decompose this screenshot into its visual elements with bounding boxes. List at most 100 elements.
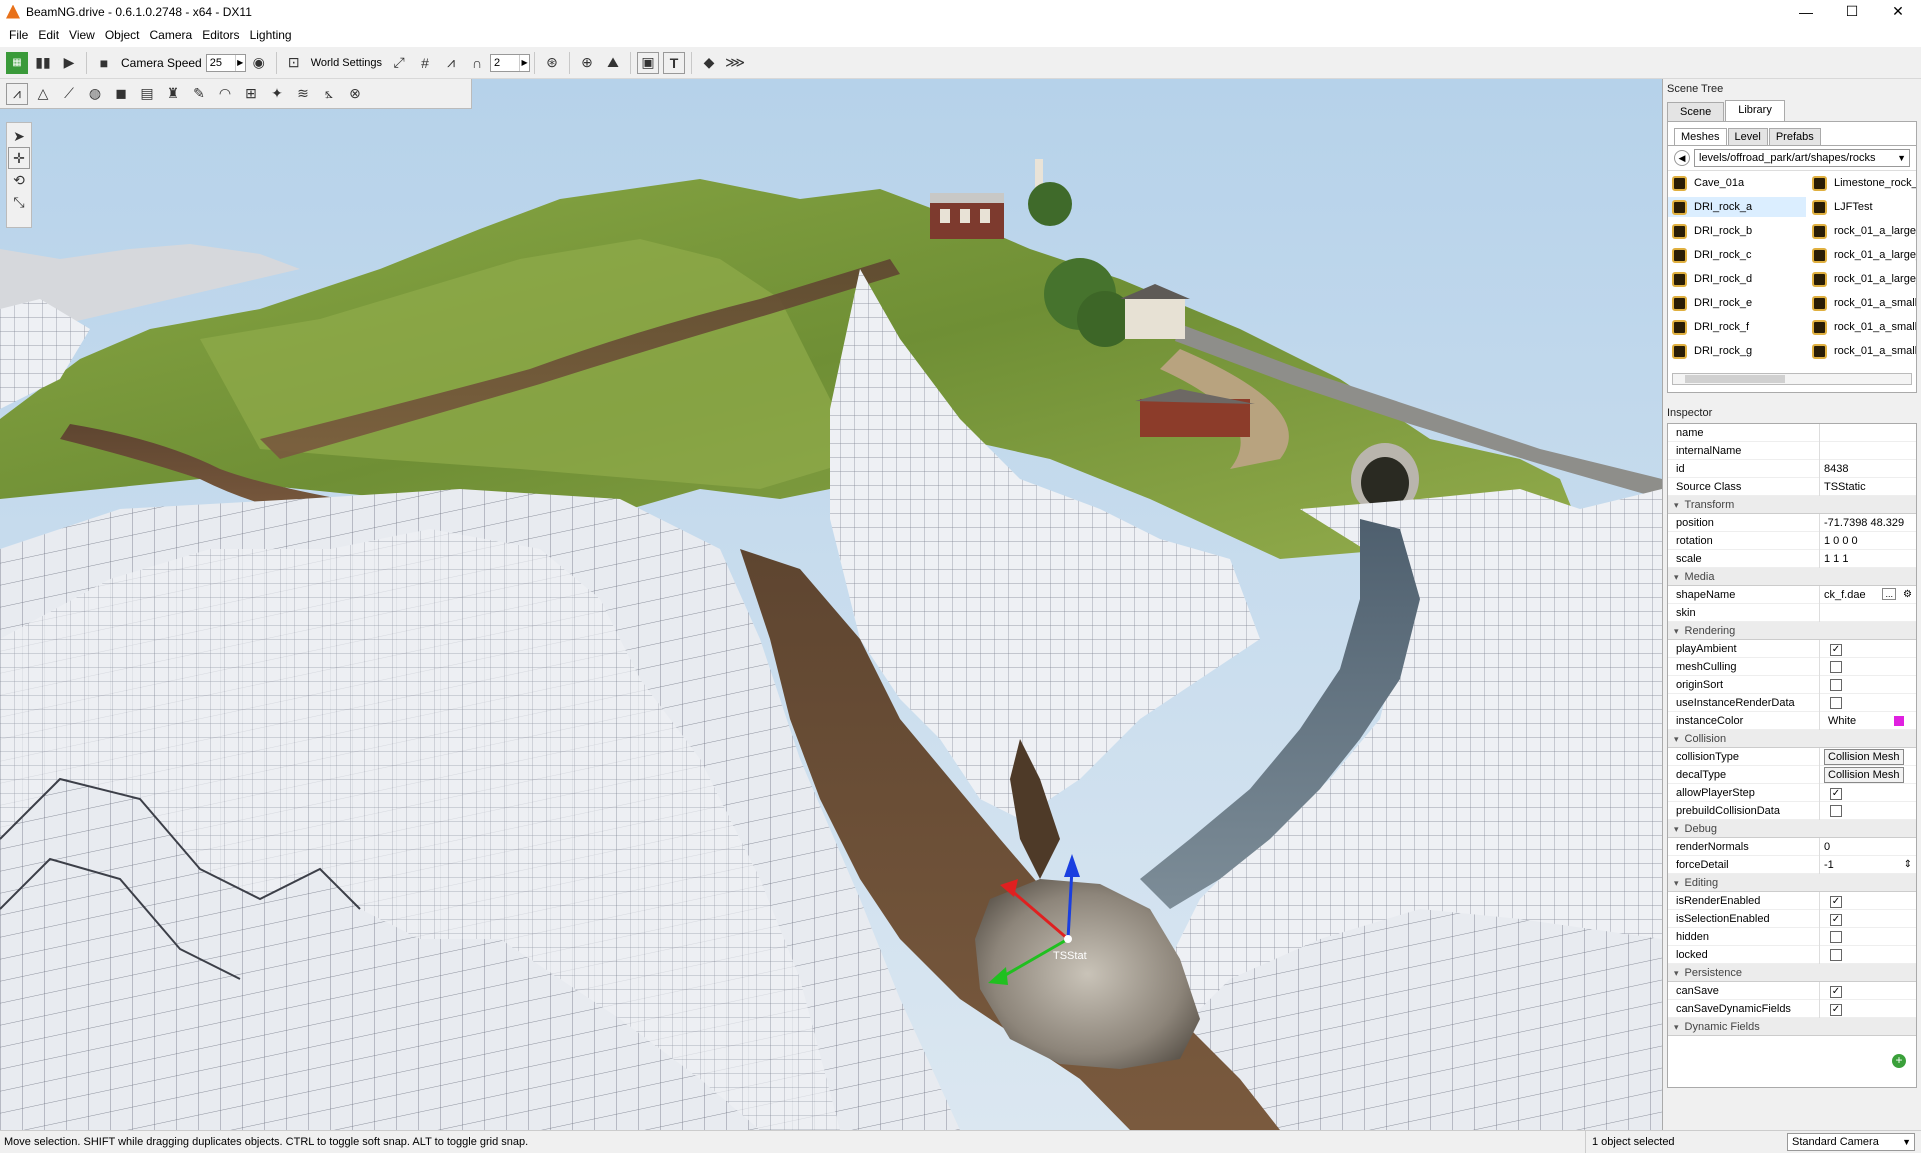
decal-editor-icon[interactable]: ✎ [188,83,210,105]
3d-viewport[interactable]: TSStat [0,79,1662,1130]
camera-mode-dropdown[interactable]: Standard Camera ▼ [1787,1133,1915,1151]
rendernormals-field[interactable]: 0 [1820,838,1916,856]
forcedetail-field[interactable]: -1 ⇕ [1820,856,1916,874]
menu-edit[interactable]: Edit [33,23,64,47]
particle-editor-icon[interactable]: ♜ [162,83,184,105]
meshculling-checkbox[interactable] [1830,660,1842,673]
terrain-painter-icon[interactable]: ⟋ [58,83,80,105]
list-item[interactable]: Cave_01a [1668,173,1806,193]
collisiontype-dropdown[interactable]: Collision Mesh [1824,748,1904,765]
instancecolor-field[interactable]: White [1820,712,1916,730]
gui-editor-icon[interactable]: ▮▮ [32,52,54,74]
menu-editors[interactable]: Editors [197,23,244,47]
browse-button[interactable]: ... [1882,587,1896,600]
fit-view-icon[interactable]: ⊡ [283,52,305,74]
group-debug[interactable]: Debug [1668,820,1916,838]
spinner-icon[interactable]: ⇕ [1904,856,1912,874]
select-arrow-icon[interactable]: ➤ [8,125,30,147]
world-editor-icon[interactable]: ▦ [6,51,28,74]
subtab-meshes[interactable]: Meshes [1674,128,1727,145]
list-item[interactable]: rock_01_a_small_ [1808,293,1916,313]
chevron-down-icon[interactable]: ▼ [1902,1134,1911,1150]
maximize-button[interactable]: ☐ [1829,0,1875,23]
terrain-editor-icon[interactable]: △ [32,83,54,105]
horizontal-scrollbar[interactable] [1672,373,1912,385]
menu-lighting[interactable]: Lighting [245,23,297,47]
sketch-editor-icon[interactable]: ◼ [110,83,132,105]
originsort-checkbox[interactable] [1830,678,1842,691]
subtab-level[interactable]: Level [1727,128,1768,145]
grid-size-input[interactable]: 2 ▶ [490,53,531,72]
prop-value[interactable] [1820,424,1916,442]
grid-snap-icon[interactable]: # [414,52,436,74]
material-editor-icon[interactable]: ◍ [84,83,106,105]
minimize-button[interactable]: — [1783,0,1829,23]
play-icon[interactable]: ▶ [58,52,80,74]
list-item[interactable]: rock_01_a_small_ [1808,317,1916,337]
isrenderenabled-checkbox[interactable]: ✓ [1830,895,1842,908]
edit-shape-icon[interactable]: ⚙ [1903,586,1912,604]
path-dropdown[interactable]: levels/offroad_park/art/shapes/rocks ▼ [1694,149,1910,167]
group-transform[interactable]: Transform [1668,496,1916,514]
group-rendering[interactable]: Rendering [1668,622,1916,640]
group-persistence[interactable]: Persistence [1668,964,1916,982]
datablock-editor-icon[interactable]: ▤ [136,83,158,105]
select-box-icon[interactable]: ▣ [637,51,660,74]
menu-camera[interactable]: Camera [145,23,198,47]
road-editor-icon[interactable]: ✦ [266,83,288,105]
position-field[interactable]: -71.7398 48.329 [1820,514,1916,532]
group-dynamic-fields[interactable]: Dynamic Fields [1668,1018,1916,1036]
list-item[interactable]: DRI_rock_c [1668,245,1806,265]
wings-icon[interactable]: ⋙ [724,52,746,74]
list-item[interactable]: rock_01_a_large_ [1808,221,1916,241]
text-label-icon[interactable]: T [663,51,686,74]
rotation-field[interactable]: 1 0 0 0 [1820,532,1916,550]
menu-object[interactable]: Object [100,23,145,47]
spin-arrow-icon[interactable]: ▶ [519,54,529,71]
snap-pivot-icon[interactable]: ⤢ [388,52,410,74]
list-item[interactable]: rock_01_a_large_ [1808,245,1916,265]
move-tool-icon[interactable]: ✛ [8,147,30,169]
vehicle-editor-icon[interactable]: ⊗ [344,83,366,105]
camera-speed-input[interactable]: 25 ▶ [205,53,246,72]
locked-checkbox[interactable] [1830,948,1842,961]
list-item[interactable]: DRI_rock_d [1668,269,1806,289]
spin-arrow-icon[interactable]: ▶ [234,54,245,71]
forest-editor-icon[interactable]: ◠ [214,83,236,105]
skin-field[interactable] [1820,604,1916,622]
menu-file[interactable]: File [4,23,33,47]
tab-scene[interactable]: Scene [1667,102,1725,121]
color-swatch[interactable] [1894,715,1904,726]
scale-field[interactable]: 1 1 1 [1820,550,1916,568]
visibility-eye-icon[interactable]: ◉ [248,52,270,74]
rotate-tool-icon[interactable]: ⟲ [8,169,30,191]
list-item[interactable]: DRI_rock_b [1668,221,1806,241]
allowplayerstep-checkbox[interactable]: ✓ [1830,787,1842,800]
close-button[interactable]: ✕ [1875,0,1921,23]
river-editor-icon[interactable]: ≋ [292,83,314,105]
playambient-checkbox[interactable]: ✓ [1830,643,1842,656]
prop-value[interactable] [1820,442,1916,460]
group-collision[interactable]: Collision [1668,730,1916,748]
add-field-icon[interactable]: + [1892,1054,1906,1068]
navmesh-editor-icon[interactable]: ⦩ [318,83,340,105]
list-item[interactable]: rock_01_a_small_ [1808,341,1916,361]
magnet-icon[interactable]: ∩ [466,52,488,74]
camera-icon[interactable]: ■ [93,52,115,74]
group-media[interactable]: Media [1668,568,1916,586]
scale-tool-icon[interactable]: ⤡ [8,191,30,213]
subtab-prefabs[interactable]: Prefabs [1768,128,1821,145]
back-arrow-icon[interactable]: ◀ [1674,150,1690,166]
object-transform-icon[interactable]: ⊛ [541,52,563,74]
shapename-field[interactable]: ck_f.dae... ⚙ [1820,586,1916,604]
list-item[interactable]: Limestone_rock_t [1808,173,1916,193]
list-item-selected[interactable]: DRI_rock_a [1668,197,1806,217]
tab-library[interactable]: Library [1725,100,1785,121]
scrollbar-thumb[interactable] [1685,375,1785,383]
list-item[interactable]: rock_01_a_large_ [1808,269,1916,289]
decaltype-dropdown[interactable]: Collision Mesh [1824,766,1904,783]
pivot-center-icon[interactable]: ⊕ [576,52,598,74]
object-class-icon[interactable]: ◆ [698,52,720,74]
useinstancerenderdata-checkbox[interactable] [1830,696,1842,709]
menu-view[interactable]: View [64,23,100,47]
